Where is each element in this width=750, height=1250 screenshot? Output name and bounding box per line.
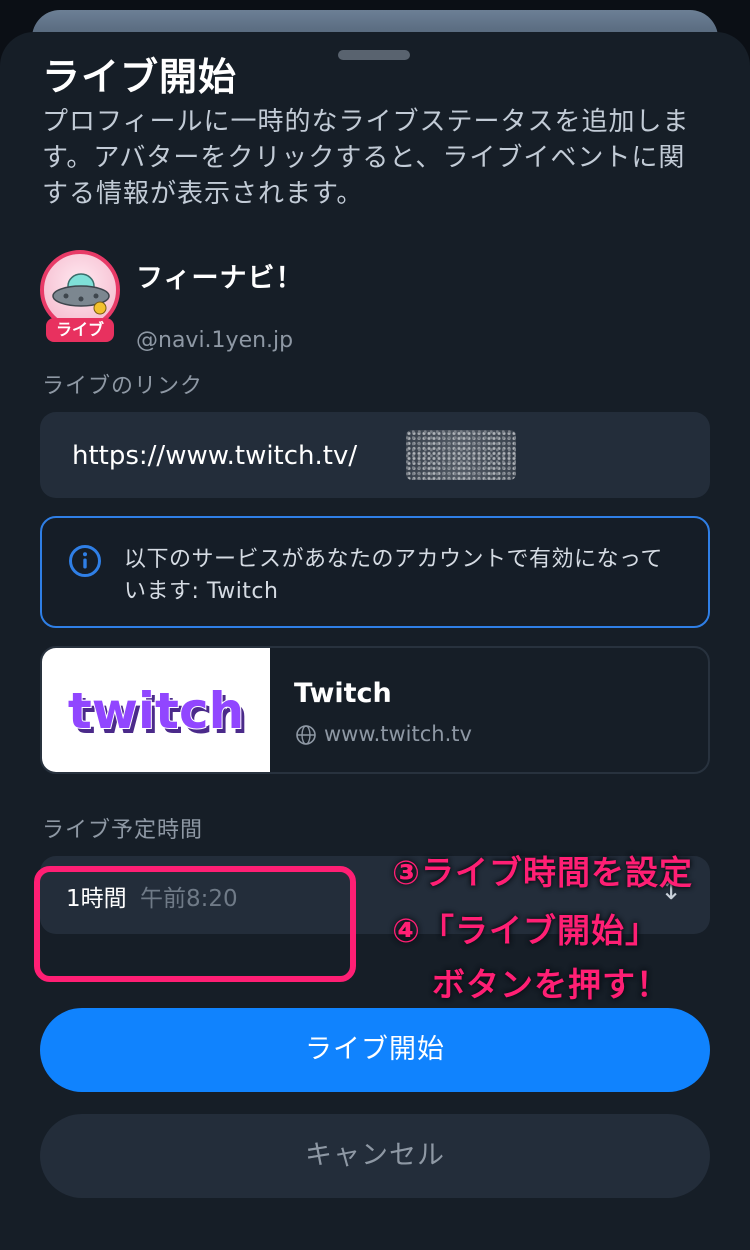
svg-text:twitch: twitch [68, 682, 244, 740]
service-card-twitch[interactable]: twitch twitch Twitch www.twitch.tv [40, 646, 710, 774]
profile-handle: @navi.1yen.jp [136, 328, 294, 353]
service-url: www.twitch.tv [324, 722, 472, 746]
redacted-username [406, 430, 516, 480]
cancel-button[interactable]: キャンセル [40, 1114, 710, 1198]
globe-icon [296, 725, 316, 745]
twitch-logo: twitch twitch [42, 648, 270, 772]
schedule-label: ライブ予定時間 [42, 818, 204, 843]
start-live-button[interactable]: ライブ開始 [40, 1008, 710, 1092]
annotation-step4-line2: ボタンを押す！ [432, 965, 670, 1004]
avatar[interactable]: ライブ [40, 250, 120, 342]
info-banner: 以下のサービスがあなたのアカウントで有効になっています: Twitch [40, 516, 710, 628]
sheet-title: ライブ開始 [42, 55, 238, 99]
info-icon [69, 545, 101, 577]
sheet-description: プロフィールに一時的なライブステータスを追加します。アバターをクリックすると、ラ… [42, 107, 690, 209]
annotation-step4-line1: ④「ライブ開始」 [392, 911, 659, 950]
info-message: 以下のサービスがあなたのアカウントで有効になっています: Twitch [124, 547, 663, 604]
live-link-input[interactable]: https://www.twitch.tv/ [40, 412, 710, 498]
annotation-step3: ③ライブ時間を設定 [392, 853, 693, 892]
live-badge: ライブ [46, 318, 114, 342]
live-link-label: ライブのリンク [42, 374, 204, 399]
live-link-value: https://www.twitch.tv/ [72, 441, 358, 471]
annotation-highlight-box [34, 866, 356, 982]
sheet-drag-handle[interactable] [338, 50, 410, 60]
service-name: Twitch [294, 678, 392, 709]
profile-display-name: フィーナビ！ [136, 263, 304, 294]
